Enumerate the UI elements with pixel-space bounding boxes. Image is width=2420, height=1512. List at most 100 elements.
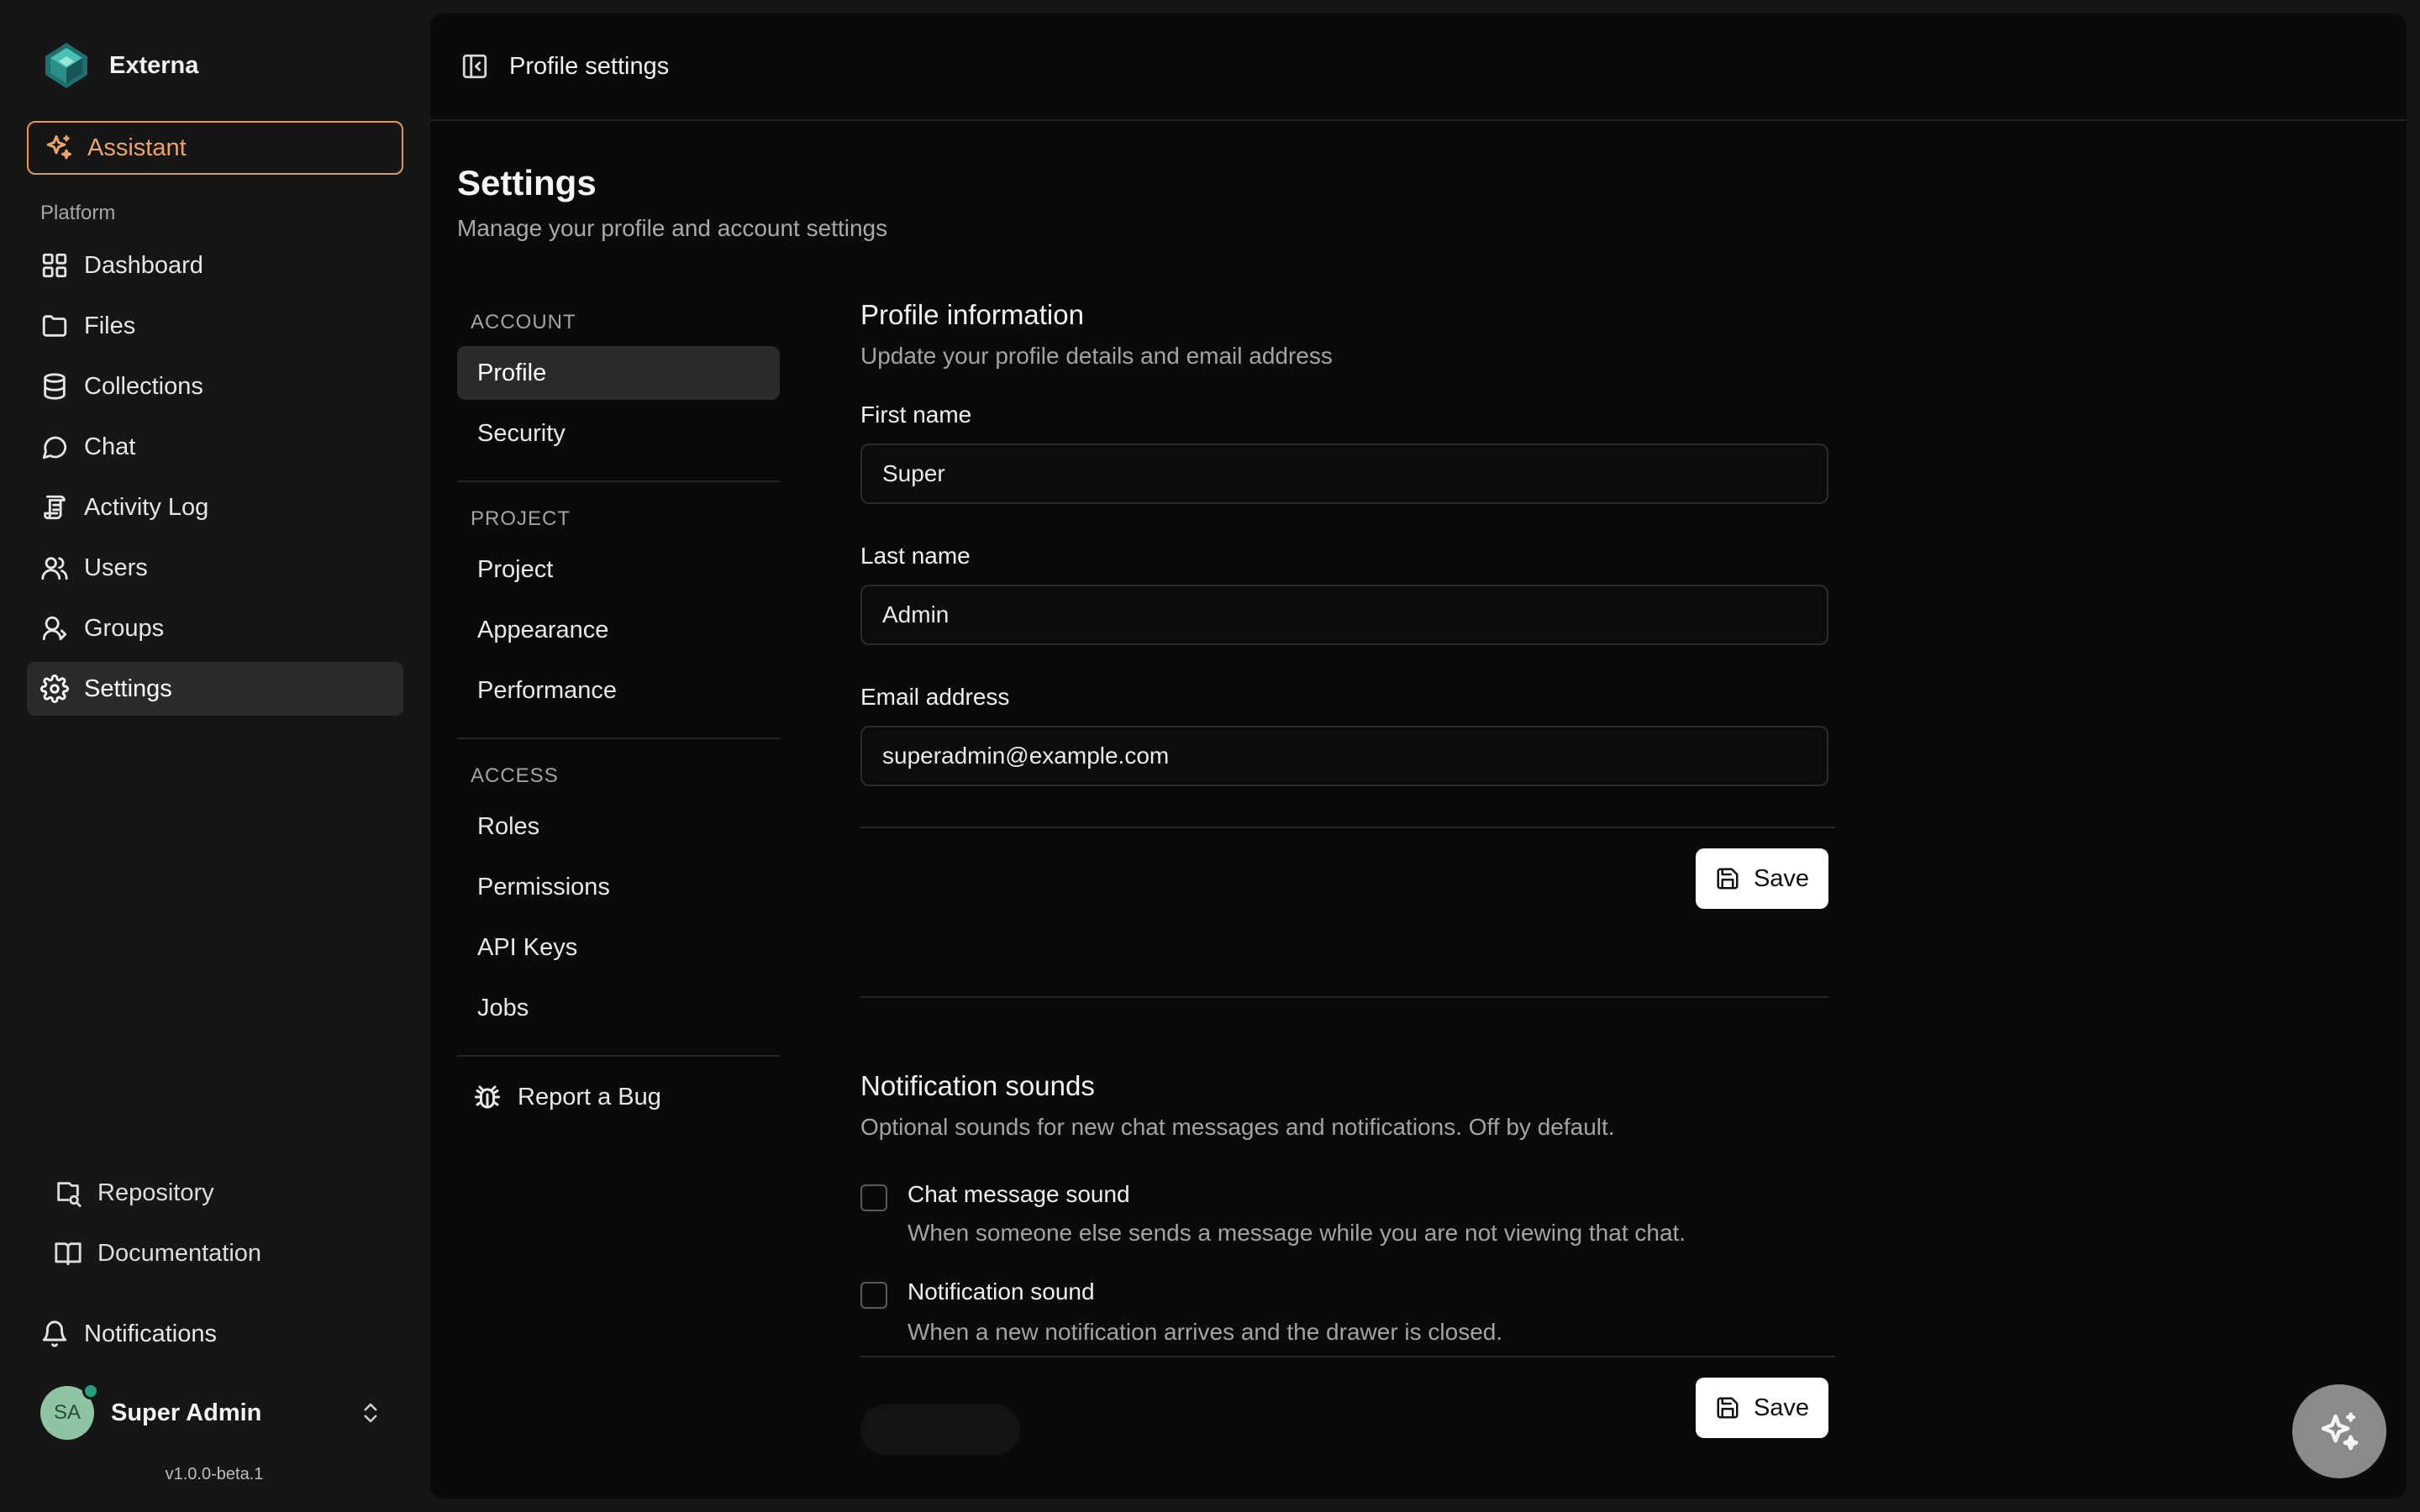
assistant-label: Assistant	[87, 134, 187, 161]
gear-icon	[40, 675, 69, 703]
subnav-item-permissions[interactable]: Permissions	[457, 860, 780, 914]
sparkles-icon	[2321, 1412, 2359, 1451]
sidebar-item-label: Collections	[84, 372, 203, 400]
sidebar: Externa Assistant Platform Dashboard Fil…	[0, 0, 429, 1512]
subnav-item-roles[interactable]: Roles	[457, 800, 780, 853]
subnav-group-account: ACCOUNT Profile Security	[457, 299, 780, 482]
repository-icon	[57, 1182, 82, 1207]
subnav-group-label: ACCOUNT	[471, 311, 576, 333]
faded-button-ghost	[860, 1404, 1020, 1455]
avatar: SA	[40, 1383, 99, 1440]
save-profile-button[interactable]: Save	[1696, 848, 1828, 909]
scroll-icon	[44, 495, 66, 520]
subnav-item-api-keys[interactable]: API Keys	[457, 921, 780, 974]
notifications-label: Notifications	[84, 1320, 217, 1347]
save-icon	[1717, 868, 1739, 890]
notifications-link[interactable]: Notifications	[27, 1307, 403, 1361]
profile-section-title: Profile information	[860, 299, 1084, 330]
notification-sound-checkbox[interactable]	[860, 1282, 887, 1309]
subnav-item-profile[interactable]: Profile	[457, 346, 780, 400]
subnav-group-project: PROJECT Project Appearance Performance	[457, 496, 780, 739]
chat-sound-checkbox[interactable]	[860, 1184, 887, 1211]
page-title: Settings	[457, 163, 597, 202]
bell-icon	[42, 1320, 67, 1347]
sidebar-item-activity-log[interactable]: Activity Log	[27, 480, 403, 534]
sidebar-item-label: Users	[84, 554, 148, 581]
report-bug-link[interactable]: Report a Bug	[457, 1070, 780, 1124]
subnav-item-project[interactable]: Project	[457, 543, 780, 596]
user-name: Super Admin	[111, 1399, 262, 1426]
chat-sound-label: Chat message sound	[908, 1181, 1130, 1207]
sidebar-item-label: Groups	[84, 614, 165, 642]
subnav-item-appearance[interactable]: Appearance	[457, 603, 780, 657]
externa-logo-icon	[45, 43, 87, 88]
topbar-title: Profile settings	[509, 52, 670, 80]
sidebar-item-chat[interactable]: Chat	[27, 420, 403, 474]
subnav-item-jobs[interactable]: Jobs	[457, 981, 780, 1035]
save-icon	[1717, 1397, 1739, 1419]
subnav-item-security[interactable]: Security	[457, 407, 780, 460]
chat-bubble-icon	[42, 436, 67, 459]
sidebar-item-dashboard[interactable]: Dashboard	[27, 239, 403, 292]
settings-subnav: ACCOUNT Profile Security PROJECT Project…	[457, 299, 780, 1151]
email-label: Email address	[860, 684, 1010, 710]
bug-icon	[475, 1085, 500, 1109]
last-name-label: Last name	[860, 543, 971, 569]
page-subtitle: Manage your profile and account settings	[457, 215, 888, 241]
notification-sounds-subtitle: Optional sounds for new chat messages an…	[860, 1114, 1615, 1140]
sidebar-item-collections[interactable]: Collections	[27, 360, 403, 413]
chat-sound-description: When someone else sends a message while …	[908, 1220, 1686, 1246]
save-sounds-button[interactable]: Save	[1696, 1378, 1828, 1438]
notification-sounds-title: Notification sounds	[860, 1070, 1095, 1101]
subnav-group-misc: Report a Bug	[457, 1070, 780, 1137]
assistant-button[interactable]: Assistant	[27, 121, 403, 175]
profile-section-subtitle: Update your profile details and email ad…	[860, 343, 1333, 369]
book-icon	[55, 1242, 82, 1266]
notification-sound-description: When a new notification arrives and the …	[908, 1319, 1503, 1345]
sidebar-item-label: Settings	[84, 675, 172, 702]
database-icon	[44, 373, 66, 400]
sidebar-item-settings[interactable]: Settings	[27, 662, 403, 716]
group-icon	[42, 616, 67, 641]
main-panel: Profile settings Settings Manage your pr…	[430, 13, 2407, 1499]
sidebar-footer-links: Repository Documentation	[40, 1166, 393, 1287]
sticky-save-bar: Save	[860, 1356, 1835, 1499]
app-name: Externa	[109, 51, 199, 79]
main-nav: Dashboard Files Collections Chat Activit…	[27, 239, 403, 722]
app-version: v1.0.0-beta.1	[165, 1465, 264, 1483]
avatar-initials: SA	[53, 1401, 81, 1424]
sidebar-item-label: Dashboard	[84, 251, 203, 279]
notification-sound-label: Notification sound	[908, 1278, 1095, 1305]
first-name-field[interactable]	[860, 444, 1828, 504]
subnav-group-label: ACCESS	[471, 764, 559, 787]
chevrons-up-down-icon	[364, 1403, 377, 1423]
chat-sound-text: Chat message sound When someone else sen…	[908, 1181, 1686, 1247]
platform-section-label: Platform	[40, 202, 116, 224]
last-name-field[interactable]	[860, 585, 1828, 645]
email-field[interactable]	[860, 726, 1828, 786]
documentation-link[interactable]: Documentation	[40, 1226, 393, 1280]
sidebar-item-label: Chat	[84, 433, 136, 460]
subnav-group-access: ACCESS Roles Permissions API Keys Jobs	[457, 753, 780, 1057]
assistant-fab-button[interactable]	[2292, 1384, 2386, 1478]
folder-icon	[42, 315, 67, 337]
report-bug-label: Report a Bug	[518, 1083, 661, 1110]
subnav-group-label: PROJECT	[471, 507, 571, 530]
sidebar-toggle-icon[interactable]	[460, 52, 489, 81]
online-status-indicator	[82, 1383, 99, 1399]
documentation-label: Documentation	[97, 1239, 262, 1267]
subnav-item-performance[interactable]: Performance	[457, 664, 780, 717]
sidebar-item-files[interactable]: Files	[27, 299, 403, 353]
notification-sound-row: Notification sound When a new notificati…	[860, 1278, 1835, 1346]
repository-link[interactable]: Repository	[40, 1166, 393, 1220]
user-menu[interactable]: SA Super Admin	[27, 1383, 403, 1443]
sparkles-icon	[46, 135, 71, 160]
sidebar-item-users[interactable]: Users	[27, 541, 403, 595]
sidebar-item-label: Activity Log	[84, 493, 209, 521]
profile-form: Profile information Update your profile …	[860, 299, 1835, 1373]
sidebar-item-label: Files	[84, 312, 136, 339]
notification-sound-text: Notification sound When a new notificati…	[908, 1278, 1502, 1346]
sidebar-item-groups[interactable]: Groups	[27, 601, 403, 655]
first-name-label: First name	[860, 402, 972, 428]
brand[interactable]: Externa	[40, 40, 198, 91]
